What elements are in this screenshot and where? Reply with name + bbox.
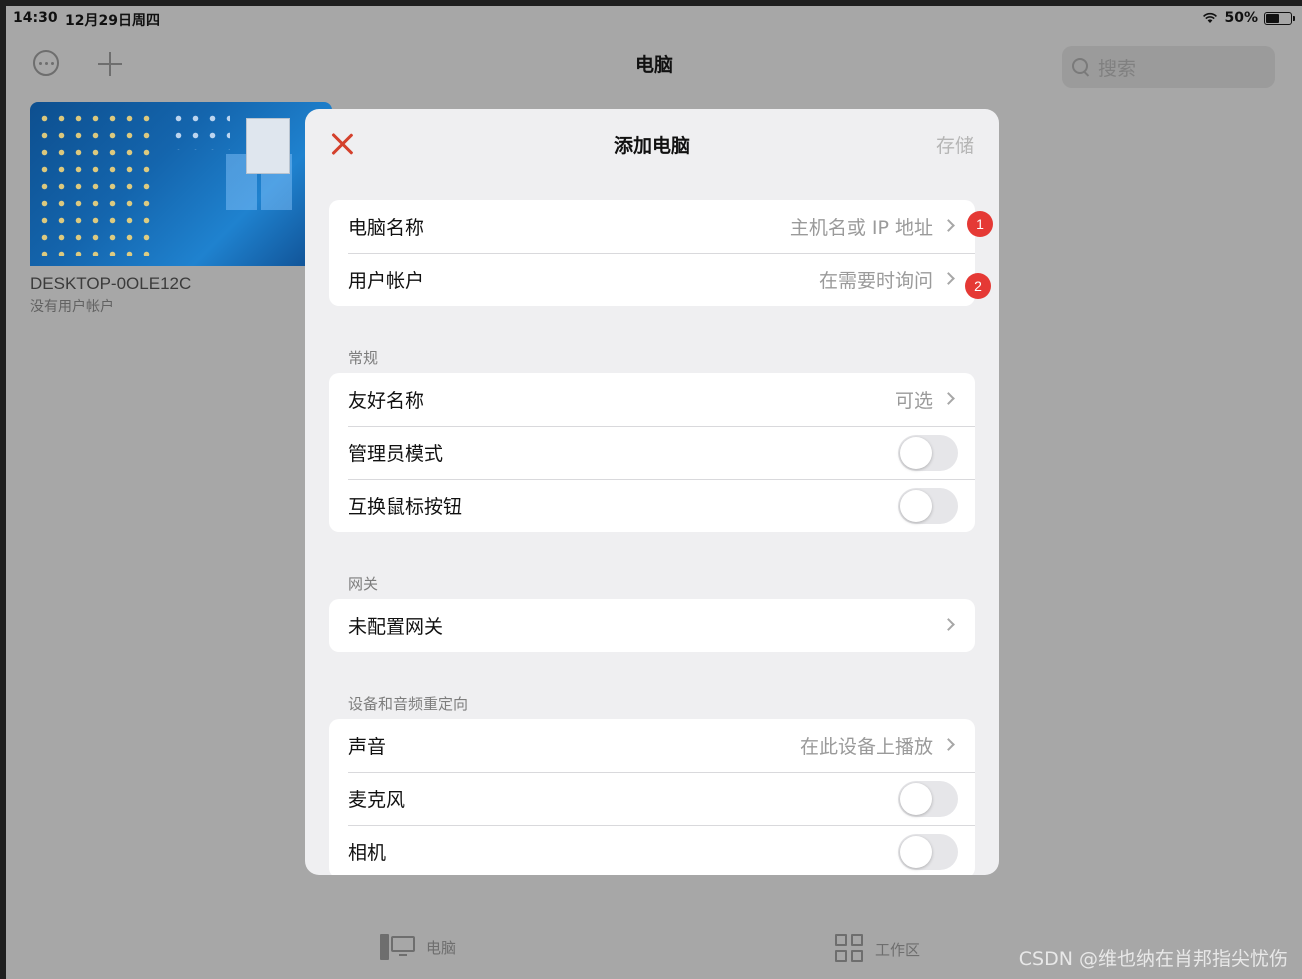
pc-name-row[interactable]: 电脑名称 主机名或 IP 地址 <box>329 200 975 253</box>
desktop-icons-secondary <box>170 110 230 150</box>
tab-workspaces[interactable]: 工作区 <box>835 934 920 964</box>
context-menu-preview <box>246 118 290 174</box>
tab-workspaces-label: 工作区 <box>875 940 921 959</box>
battery-icon <box>1264 11 1295 25</box>
annotation-badge-2: 2 <box>965 273 991 299</box>
chevron-right-icon <box>942 392 955 405</box>
tab-computers-label: 电脑 <box>426 938 457 957</box>
pc-thumbnail[interactable] <box>30 102 332 266</box>
row-value: 在此设备上播放 <box>799 736 933 758</box>
row-label: 管理员模式 <box>348 443 444 465</box>
admin-mode-row: 管理员模式 <box>329 426 975 479</box>
section-header-redirection: 设备和音频重定向 <box>348 695 469 713</box>
computer-icon <box>380 934 416 960</box>
camera-toggle[interactable] <box>898 833 958 870</box>
chevron-right-icon <box>942 272 955 285</box>
row-label: 友好名称 <box>348 390 425 412</box>
dialog-header: 添加电脑 存储 <box>305 109 999 179</box>
row-label: 声音 <box>348 736 387 758</box>
swap-mouse-row: 互换鼠标按钮 <box>329 479 975 532</box>
row-label: 麦克风 <box>348 789 406 811</box>
general-group: 友好名称 可选 管理员模式 互换鼠标按钮 <box>329 373 975 532</box>
gateway-group: 未配置网关 <box>329 599 975 652</box>
annotation-badge-1: 1 <box>967 211 993 237</box>
status-date: 12月29日周四 <box>65 13 160 29</box>
tab-computers[interactable]: 电脑 <box>380 934 456 960</box>
camera-row: 相机 <box>329 825 975 875</box>
add-pc-dialog: 添加电脑 存储 电脑名称 主机名或 IP 地址 用户帐户 在需要时询问 常规 友… <box>305 109 999 875</box>
chevron-right-icon <box>942 738 955 751</box>
redirection-group: 声音 在此设备上播放 麦克风 相机 <box>329 719 975 875</box>
row-label: 电脑名称 <box>348 217 425 239</box>
row-value: 可选 <box>894 390 933 412</box>
friendly-name-row[interactable]: 友好名称 可选 <box>329 373 975 426</box>
user-account-row[interactable]: 用户帐户 在需要时询问 <box>329 253 975 306</box>
microphone-toggle[interactable] <box>898 780 958 817</box>
chevron-right-icon <box>942 618 955 631</box>
admin-mode-toggle[interactable] <box>898 434 958 471</box>
row-value: 在需要时询问 <box>818 270 933 292</box>
ipad-screen: 14:30 12月29日周四 50% 电脑 搜索 DESKTOP-0OLE12C… <box>6 6 1302 979</box>
search-input[interactable]: 搜索 <box>1062 46 1275 88</box>
sound-row[interactable]: 声音 在此设备上播放 <box>329 719 975 772</box>
row-label: 用户帐户 <box>348 270 425 292</box>
row-label: 未配置网关 <box>348 616 444 638</box>
section-header-gateway: 网关 <box>348 575 379 593</box>
status-indicators: 50% <box>1202 10 1295 26</box>
section-header-general: 常规 <box>348 349 379 367</box>
pc-user: 没有用户帐户 <box>30 299 114 315</box>
connection-group: 电脑名称 主机名或 IP 地址 用户帐户 在需要时询问 <box>329 200 975 306</box>
status-bar: 14:30 12月29日周四 50% <box>6 6 1302 32</box>
row-label: 互换鼠标按钮 <box>348 496 463 518</box>
row-value: 主机名或 IP 地址 <box>789 217 933 239</box>
chevron-right-icon <box>942 219 955 232</box>
row-label: 相机 <box>348 842 387 864</box>
search-placeholder: 搜索 <box>1098 57 1137 80</box>
save-button[interactable]: 存储 <box>936 131 974 158</box>
pc-name: DESKTOP-0OLE12C <box>30 274 192 293</box>
swap-mouse-toggle[interactable] <box>898 487 958 524</box>
search-icon <box>1072 58 1090 76</box>
gateway-row[interactable]: 未配置网关 <box>329 599 975 652</box>
status-time: 14:30 <box>13 10 58 26</box>
desktop-icons <box>36 110 156 256</box>
pc-card[interactable]: DESKTOP-0OLE12C 没有用户帐户 <box>30 102 332 316</box>
battery-percent: 50% <box>1224 10 1258 26</box>
nav-bar: 电脑 搜索 <box>6 36 1302 92</box>
watermark: CSDN @维也纳在肖邦指尖忧伤 <box>1018 948 1288 970</box>
microphone-row: 麦克风 <box>329 772 975 825</box>
workspace-grid-icon <box>835 934 865 964</box>
dialog-title: 添加电脑 <box>613 135 690 157</box>
wifi-icon <box>1203 12 1218 23</box>
